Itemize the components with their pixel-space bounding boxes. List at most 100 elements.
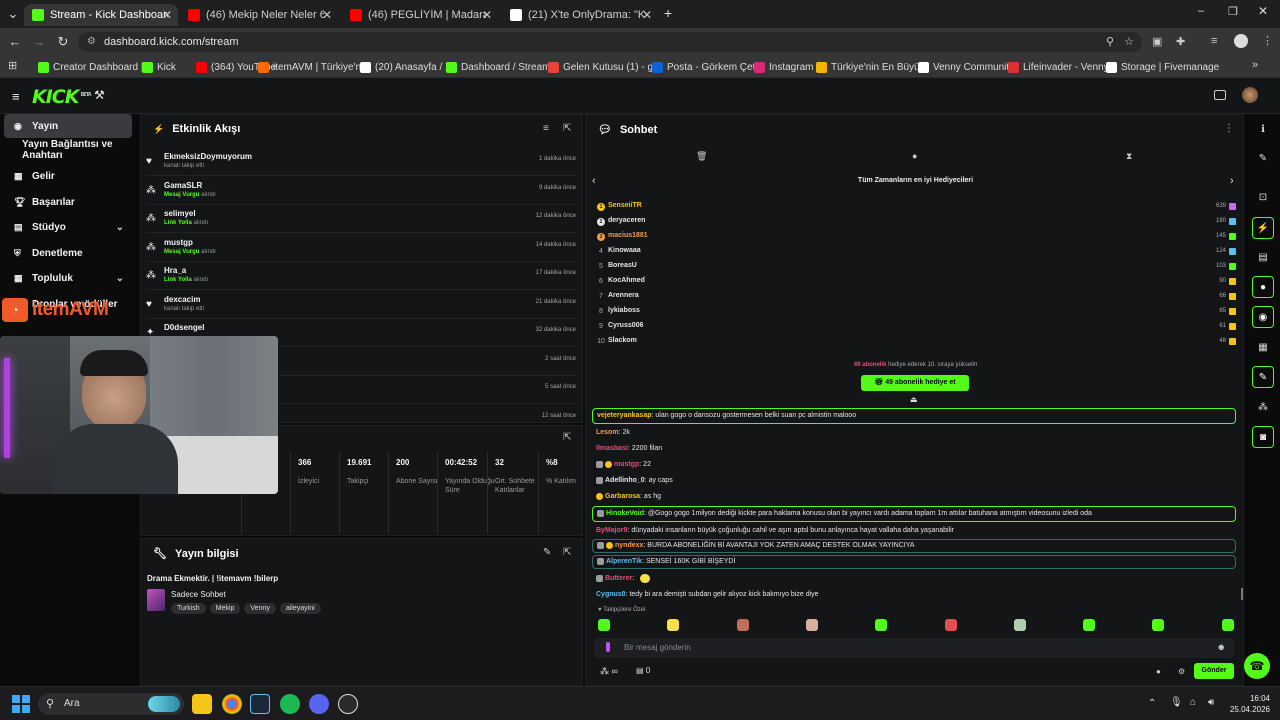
network-icon[interactable]: ⌂ (1190, 697, 1196, 708)
crop-icon[interactable]: ⊡ (1252, 186, 1274, 208)
chat-username[interactable]: vejeteryankasap (597, 412, 651, 419)
quick-stream-icon[interactable]: ◉ (1252, 306, 1274, 328)
leaderboard-username[interactable]: Arennera (608, 292, 639, 299)
kick-logo[interactable]: KICK BETA (32, 86, 92, 108)
volume-icon[interactable]: 🔊︎ (1208, 697, 1214, 708)
spotify-icon[interactable] (280, 694, 300, 714)
browser-tab[interactable]: (46) PEGLİYİM | Madara Olduk✕ (342, 4, 498, 26)
leaderboard-row[interactable]: 9 Cyruss006 61 (596, 321, 1236, 335)
leaderboard-username[interactable]: Slackom (608, 337, 637, 344)
mic-icon[interactable] (606, 642, 610, 652)
pencil-icon[interactable]: ✎ (1252, 147, 1274, 169)
hamburger-menu-icon[interactable]: ≡ (12, 89, 20, 104)
chat-bubble-settings-icon[interactable]: ● (1156, 667, 1161, 676)
apps-grid-icon[interactable]: ⊞ (8, 59, 17, 72)
minimize-button[interactable]: – (1198, 5, 1204, 17)
site-info-icon[interactable]: ⚙ (87, 32, 96, 52)
new-tab-button[interactable]: + (664, 5, 672, 21)
category-thumbnail[interactable] (147, 589, 165, 611)
emote-icon[interactable] (875, 619, 888, 631)
quick-wrench-icon[interactable]: ✎ (1252, 366, 1274, 388)
hourglass-icon[interactable]: ⧗ (1126, 151, 1132, 162)
chat-input[interactable]: Bir mesaj gönderin ☻ (594, 638, 1234, 658)
activity-username[interactable]: selimyel (164, 209, 196, 218)
url-field[interactable]: ⚙ dashboard.kick.com/stream ⚲ ☆ (78, 32, 1142, 52)
send-button[interactable]: Gönder (1194, 663, 1234, 679)
extension-icon[interactable]: ▣ (1152, 35, 1162, 48)
bookmark-star-icon[interactable]: ☆ (1124, 32, 1134, 52)
emote-icon[interactable] (1013, 619, 1026, 631)
stream-tag[interactable]: Venny (244, 603, 276, 614)
chrome-icon[interactable] (222, 694, 242, 714)
chat-username[interactable]: AlperenTik (606, 558, 642, 565)
tab-list-icon[interactable]: ⌄ (4, 5, 22, 23)
activity-username[interactable]: mustgp (164, 238, 193, 247)
stream-tag[interactable]: Turkish (171, 603, 206, 614)
back-icon[interactable]: ← (6, 33, 24, 51)
leaderboard-username[interactable]: Kinowaaa (608, 247, 641, 254)
sidebar-item[interactable]: ▦ Gelir (4, 164, 132, 188)
leaderboard-row[interactable]: 8 lykiaboss 65 (596, 306, 1236, 320)
obs-icon[interactable] (338, 694, 358, 714)
reload-icon[interactable]: ↻ (54, 33, 72, 51)
pin-hammer-icon[interactable]: ⚒ (94, 88, 105, 102)
chat-username[interactable]: Cygnus0 (596, 591, 626, 598)
chat-username[interactable]: nyndexx (615, 542, 643, 549)
leaderboard-username[interactable]: KocAhmed (608, 277, 645, 284)
chat-username[interactable]: HinokeVoid (606, 510, 644, 517)
bookmark-item[interactable]: Storage | Fivemanage (1106, 60, 1219, 74)
sidebar-item[interactable]: ▤ Stüdyo ⌄ (4, 215, 132, 239)
quick-bits-icon[interactable]: ⁂ (1252, 396, 1274, 418)
emote-icon[interactable] (667, 619, 680, 631)
tab-close-icon[interactable]: ✕ (482, 8, 492, 22)
file-explorer-icon[interactable] (192, 694, 212, 714)
emoji-picker-icon[interactable]: ☻ (1217, 642, 1226, 652)
wallet-icon[interactable] (1214, 90, 1226, 100)
emote-icon[interactable] (944, 619, 957, 631)
browser-tab[interactable]: (21) X'te OnlyDrama: "Kartal Bu✕ (502, 4, 658, 26)
tab-close-icon[interactable]: ✕ (322, 8, 332, 22)
more-bookmarks-icon[interactable]: » (1252, 59, 1258, 71)
emote-icon[interactable] (736, 619, 749, 631)
chat-username[interactable]: Garbarosa (605, 493, 640, 500)
chat-username[interactable]: Ilmasbasi (596, 445, 628, 452)
profile-avatar[interactable] (1234, 34, 1248, 48)
activity-username[interactable]: Hra_a (164, 266, 186, 275)
leaderboard-username[interactable]: BoreasU (608, 262, 637, 269)
notes-icon[interactable]: ▤ (1252, 246, 1274, 268)
bookmark-item[interactable]: itemAVM | Türkiye'n... (258, 60, 369, 74)
bookmark-item[interactable]: Lifeinvader - VennyV (1008, 60, 1115, 74)
maximize-button[interactable]: ❐ (1228, 5, 1238, 18)
leaderboard-username[interactable]: macius1881 (608, 232, 648, 239)
leaderboard-username[interactable]: deryaceren (608, 217, 645, 224)
tray-arrow-icon[interactable]: ⌃ (1148, 698, 1156, 709)
chest-indicator[interactable]: ▤ 0 (636, 666, 650, 675)
activity-username[interactable]: dexcacim (164, 295, 200, 304)
leaderboard-row[interactable]: 2 deryaceren 180 (596, 216, 1236, 230)
emote-icon[interactable] (1221, 619, 1234, 631)
chat-username[interactable]: Adellinho_0 (605, 477, 645, 484)
chat-menu-icon[interactable]: ⋮ (1224, 123, 1234, 134)
bookmark-item[interactable]: Kick (142, 60, 176, 74)
edit-icon[interactable]: ✎ (543, 547, 551, 558)
stream-info-popout-icon[interactable]: ⇱ (563, 547, 571, 558)
bookmark-item[interactable]: Creator Dashboard |... (38, 60, 152, 74)
media-icon[interactable]: ≡ (1211, 35, 1217, 47)
leaderboard-username[interactable]: lykiaboss (608, 307, 640, 314)
close-window-button[interactable]: ✕ (1258, 4, 1268, 18)
taskbar-search[interactable]: ⚲ Ara (38, 693, 184, 715)
user-avatar[interactable] (1242, 87, 1258, 103)
trash-icon[interactable]: 🗑︎ (696, 151, 707, 162)
browser-tab[interactable]: (46) Mekip Neler Neler 66.Bölü✕ (180, 4, 338, 26)
stream-tag[interactable]: Mekip (209, 603, 241, 614)
leaderboard-row[interactable]: 10 Slackom 48 (596, 336, 1236, 350)
activity-username[interactable]: EkmeksizDoymuyorum (164, 152, 252, 161)
sidebar-item[interactable]: Yayın Bağlantısı ve Anahtarı (4, 138, 132, 162)
quick-bot-icon[interactable]: ◙ (1252, 426, 1274, 448)
sidebar-item[interactable]: ◉ Yayın (4, 114, 132, 138)
filter-icon[interactable]: ≡ (543, 123, 549, 134)
bookmark-item[interactable]: Gelen Kutusu (1) - g... (548, 60, 661, 74)
leaderboard-next-icon[interactable]: › (1230, 175, 1234, 187)
mod-tools-icon[interactable]: ▦ (1252, 336, 1274, 358)
sidebar-item[interactable]: 🏆︎ Başarılar (4, 190, 132, 214)
